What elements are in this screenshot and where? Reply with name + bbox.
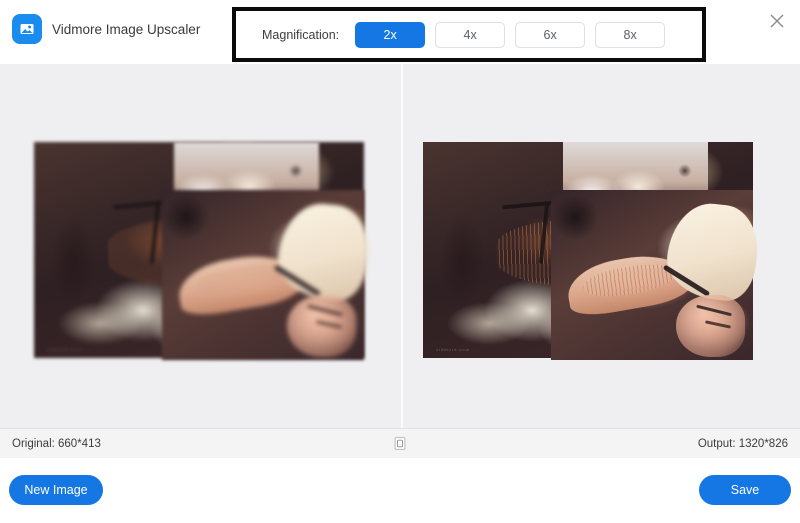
original-image: vidmore.com <box>34 142 373 360</box>
woman-sunhat-photo <box>551 190 762 360</box>
close-icon[interactable] <box>764 8 790 34</box>
upscaled-image: vidmore.com <box>423 142 762 360</box>
magnification-option-2x-label: 2x <box>383 27 397 42</box>
image-watermark: vidmore.com <box>47 346 82 352</box>
magnification-label: Magnification: <box>262 27 340 42</box>
app-header: Vidmore Image Upscaler Magnification: 2x… <box>0 0 800 64</box>
image-upscaler-window: Vidmore Image Upscaler Magnification: 2x… <box>0 0 800 523</box>
magnification-option-4x-label: 4x <box>463 27 477 42</box>
brand: Vidmore Image Upscaler <box>12 14 200 44</box>
output-size-label: Output: 1320*826 <box>697 437 788 450</box>
preview-area: vidmore.com vidmore.com <box>0 64 800 428</box>
image-watermark: vidmore.com <box>436 346 471 352</box>
save-button[interactable]: Save <box>699 475 791 505</box>
upscaled-image-preview[interactable]: vidmore.com <box>403 64 800 428</box>
app-title: Vidmore Image Upscaler <box>52 21 201 37</box>
magnification-option-8x-label: 8x <box>623 27 637 42</box>
magnification-option-8x[interactable]: 8x <box>595 21 666 48</box>
image-photo-icon <box>12 14 42 44</box>
status-bar: Original: 660*413 Output: 1320*826 <box>0 428 800 458</box>
magnification-option-4x[interactable]: 4x <box>435 21 506 48</box>
footer-bar: New Image Save <box>0 458 800 523</box>
original-image-preview[interactable]: vidmore.com <box>0 64 401 428</box>
magnification-option-6x[interactable]: 6x <box>515 21 586 48</box>
original-size-label: Original: 660*413 <box>12 437 101 450</box>
new-image-button[interactable]: New Image <box>9 475 103 505</box>
woman-sunhat-photo <box>162 190 373 360</box>
face <box>287 295 356 357</box>
magnification-option-2x[interactable]: 2x <box>355 21 426 48</box>
magnification-option-6x-label: 6x <box>543 27 557 42</box>
magnification-toolbar: Magnification: 2x 4x 6x 8x <box>240 14 698 55</box>
compare-slider-handle-icon[interactable] <box>394 437 406 450</box>
face <box>676 295 745 357</box>
